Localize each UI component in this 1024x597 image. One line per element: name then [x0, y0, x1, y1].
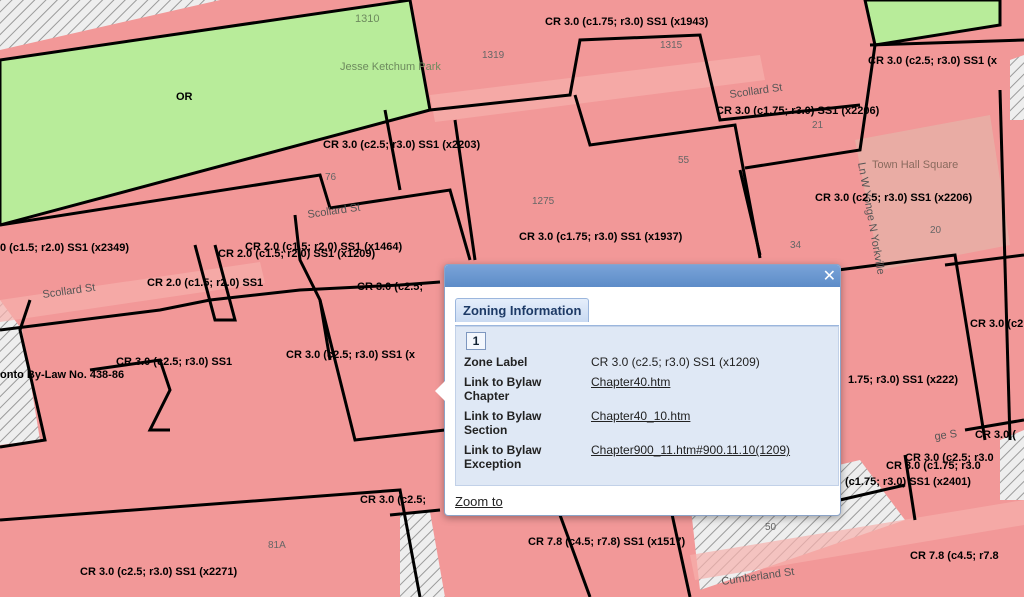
zone-label: onto By-Law No. 438-86	[0, 369, 124, 381]
attribute-key: Link to Bylaw Exception	[464, 443, 542, 471]
place-name-park: Jesse Ketchum Park	[340, 61, 441, 73]
popup-pointer	[435, 381, 445, 401]
hatched-area-top-right	[1010, 55, 1024, 120]
building-number: 1315	[660, 40, 683, 51]
popup-panel: 1 Zone Label CR 3.0 (c2.5; r3.0) SS1 (x1…	[455, 326, 839, 486]
building-number: 81A	[268, 540, 286, 551]
zone-label: (c1.75; r3.0) SS1 (x2401)	[845, 476, 971, 488]
zoning-attributes-table: Zone Label CR 3.0 (c2.5; r3.0) SS1 (x120…	[464, 355, 821, 477]
bylaw-exception-link[interactable]: Chapter900_11.htm#900.11.10(1209)	[591, 443, 790, 457]
zone-label: CR 3.0 (c2.5;	[970, 318, 1024, 330]
building-number: 34	[790, 240, 802, 251]
zone-label: CR 3.0 (c1.75; r3.0) SS1 (x1937)	[519, 231, 683, 243]
zoning-info-popup: ✕ Zoning Information 1 Zone Label CR 3.0…	[435, 264, 841, 516]
result-page-button[interactable]: 1	[466, 332, 486, 350]
zoom-to-link[interactable]: Zoom to	[455, 494, 503, 509]
zone-label: CR 7.8 (c4.5; r7.8) SS1 (x1517)	[528, 536, 685, 548]
tab-zoning-information[interactable]: Zoning Information	[455, 298, 590, 322]
table-row: Link to Bylaw Section Chapter40_10.htm	[464, 409, 821, 443]
place-name-square: Town Hall Square	[872, 159, 958, 171]
zone-label: CR 3.0 (c2.5; r3.0) SS1 (x2203)	[323, 139, 480, 151]
zone-label: CR 3.0 (c1.75; r3.0	[886, 460, 981, 472]
close-icon[interactable]: ✕	[823, 266, 836, 285]
zone-label: CR 3.0 (c2.5; r3.0) SS1 (x2271)	[80, 566, 237, 578]
table-row: Link to Bylaw Exception Chapter900_11.ht…	[464, 443, 821, 477]
zone-label: 1.75; r3.0) SS1 (x222)	[848, 374, 958, 386]
park-number: 1310	[355, 13, 379, 25]
attribute-key: Link to Bylaw Chapter	[464, 375, 542, 403]
building-number: 50	[765, 522, 777, 533]
zone-label: 0 (c1.5; r2.0) SS1 (x2349)	[0, 242, 129, 254]
zone-label: CR 2.0 (c1.5; r2.0) SS1 (x1209)	[218, 248, 375, 260]
building-number: 55	[678, 155, 690, 166]
zone-label: CR 3.0 (c2.5; r3.0) SS1 (x2206)	[815, 192, 972, 204]
building-number: 20	[930, 225, 942, 236]
zone-label: CR 3.0 (c2.5; r3.0) SS1 (x	[286, 349, 416, 361]
zone-label: OR	[176, 91, 193, 103]
building-number: 76	[325, 172, 337, 183]
zone-label: CR 3.0 (	[975, 429, 1016, 441]
building-number: 1275	[532, 196, 555, 207]
popup-tabstrip: Zoning Information	[455, 298, 839, 327]
zone-label: CR 3.0 (c2.5;	[360, 494, 426, 506]
zone-label: CR 7.8 (c4.5; r7.8	[910, 550, 999, 562]
attribute-value: CR 3.0 (c2.5; r3.0) SS1 (x1209)	[591, 355, 760, 369]
zone-label: CR 2.0 (c1.5; r2.0) SS1	[147, 277, 263, 289]
building-number: 21	[812, 120, 824, 131]
table-row: Link to Bylaw Chapter Chapter40.htm	[464, 375, 821, 409]
building-number: 1319	[482, 50, 505, 61]
bylaw-chapter-link[interactable]: Chapter40.htm	[591, 375, 670, 389]
zone-label: CR 3.0 (c1.75; r3.0) SS1 (x2206)	[716, 105, 880, 117]
attribute-key: Link to Bylaw Section	[464, 409, 542, 437]
bylaw-section-link[interactable]: Chapter40_10.htm	[591, 409, 690, 423]
zone-label: CR 3.0 (c2.5;	[357, 281, 423, 293]
popup-titlebar: ✕	[445, 265, 840, 287]
table-row: Zone Label CR 3.0 (c2.5; r3.0) SS1 (x120…	[464, 355, 821, 375]
zone-label: CR 3.0 (c2.5; r3.0) SS1 (x	[868, 55, 998, 67]
attribute-key: Zone Label	[464, 355, 528, 369]
zone-label: CR 3.0 (c2.5; r3.0) SS1	[116, 356, 232, 368]
zone-label: CR 3.0 (c1.75; r3.0) SS1 (x1943)	[545, 16, 709, 28]
